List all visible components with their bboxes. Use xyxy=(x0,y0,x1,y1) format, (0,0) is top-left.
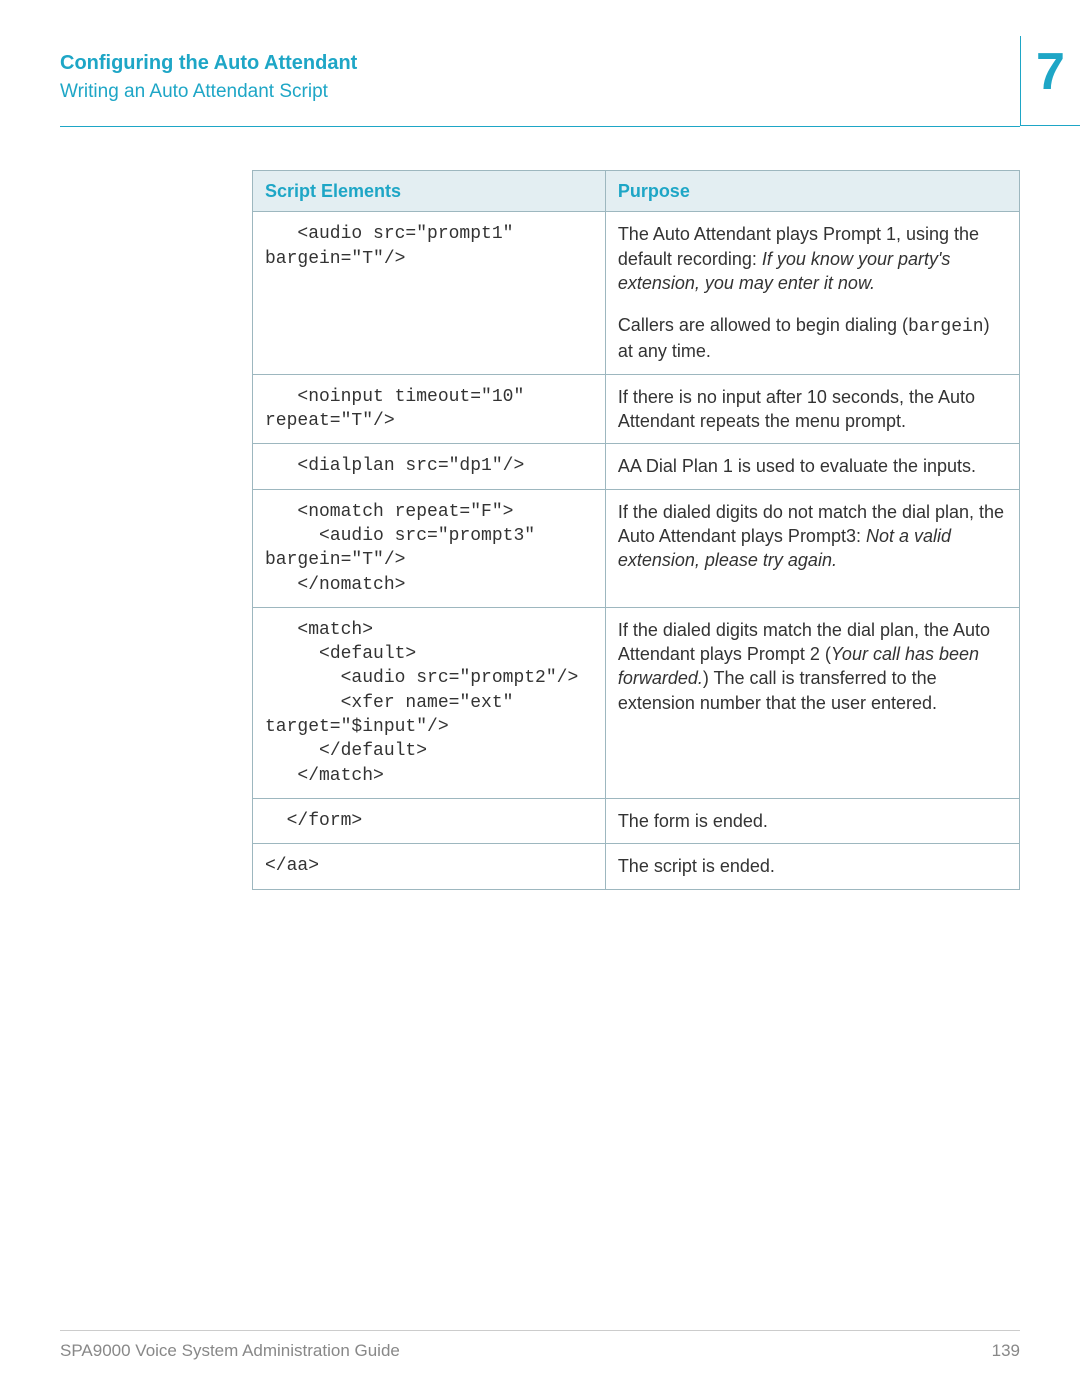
table-row: <dialplan src="dp1"/> AA Dial Plan 1 is … xyxy=(253,444,1020,489)
section-title: Writing an Auto Attendant Script xyxy=(60,81,1020,103)
purpose-cell: AA Dial Plan 1 is used to evaluate the i… xyxy=(605,444,1019,489)
chapter-number-box: 7 xyxy=(1020,36,1080,126)
script-cell: <dialplan src="dp1"/> xyxy=(253,444,606,489)
table-row: </aa> The script is ended. xyxy=(253,844,1020,889)
script-cell: <audio src="prompt1" bargein="T"/> xyxy=(253,212,606,374)
table-header-row: Script Elements Purpose xyxy=(253,171,1020,212)
table-row: <audio src="prompt1" bargein="T"/> The A… xyxy=(253,212,1020,374)
script-elements-table: Script Elements Purpose <audio src="prom… xyxy=(252,170,1020,890)
script-cell: </form> xyxy=(253,798,606,843)
footer-doc-title: SPA9000 Voice System Administration Guid… xyxy=(60,1341,400,1361)
purpose-cell: If the dialed digits match the dial plan… xyxy=(605,607,1019,798)
table-row: <noinput timeout="10" repeat="T"/> If th… xyxy=(253,374,1020,444)
chapter-number: 7 xyxy=(1021,46,1080,98)
purpose-text: Callers are allowed to begin dialing ( xyxy=(618,315,908,335)
chapter-title: Configuring the Auto Attendant xyxy=(60,52,1020,75)
script-cell: <match> <default> <audio src="prompt2"/>… xyxy=(253,607,606,798)
script-cell: </aa> xyxy=(253,844,606,889)
table-row: <match> <default> <audio src="prompt2"/>… xyxy=(253,607,1020,798)
purpose-text-mono: bargein xyxy=(908,317,984,337)
purpose-cell: The form is ended. xyxy=(605,798,1019,843)
purpose-cell: If there is no input after 10 seconds, t… xyxy=(605,374,1019,444)
header-rule xyxy=(60,126,1020,127)
purpose-cell: The Auto Attendant plays Prompt 1, using… xyxy=(605,212,1019,374)
script-cell: <nomatch repeat="F"> <audio src="prompt3… xyxy=(253,489,606,607)
footer-page-number: 139 xyxy=(992,1341,1020,1361)
table-row: </form> The form is ended. xyxy=(253,798,1020,843)
page-header: Configuring the Auto Attendant Writing a… xyxy=(0,0,1080,103)
table-row: <nomatch repeat="F"> <audio src="prompt3… xyxy=(253,489,1020,607)
content-area: Script Elements Purpose <audio src="prom… xyxy=(252,170,1020,890)
col-header-script-elements: Script Elements xyxy=(253,171,606,212)
script-cell: <noinput timeout="10" repeat="T"/> xyxy=(253,374,606,444)
purpose-cell: The script is ended. xyxy=(605,844,1019,889)
col-header-purpose: Purpose xyxy=(605,171,1019,212)
purpose-cell: If the dialed digits do not match the di… xyxy=(605,489,1019,607)
page-footer: SPA9000 Voice System Administration Guid… xyxy=(60,1330,1020,1361)
page: Configuring the Auto Attendant Writing a… xyxy=(0,0,1080,1397)
